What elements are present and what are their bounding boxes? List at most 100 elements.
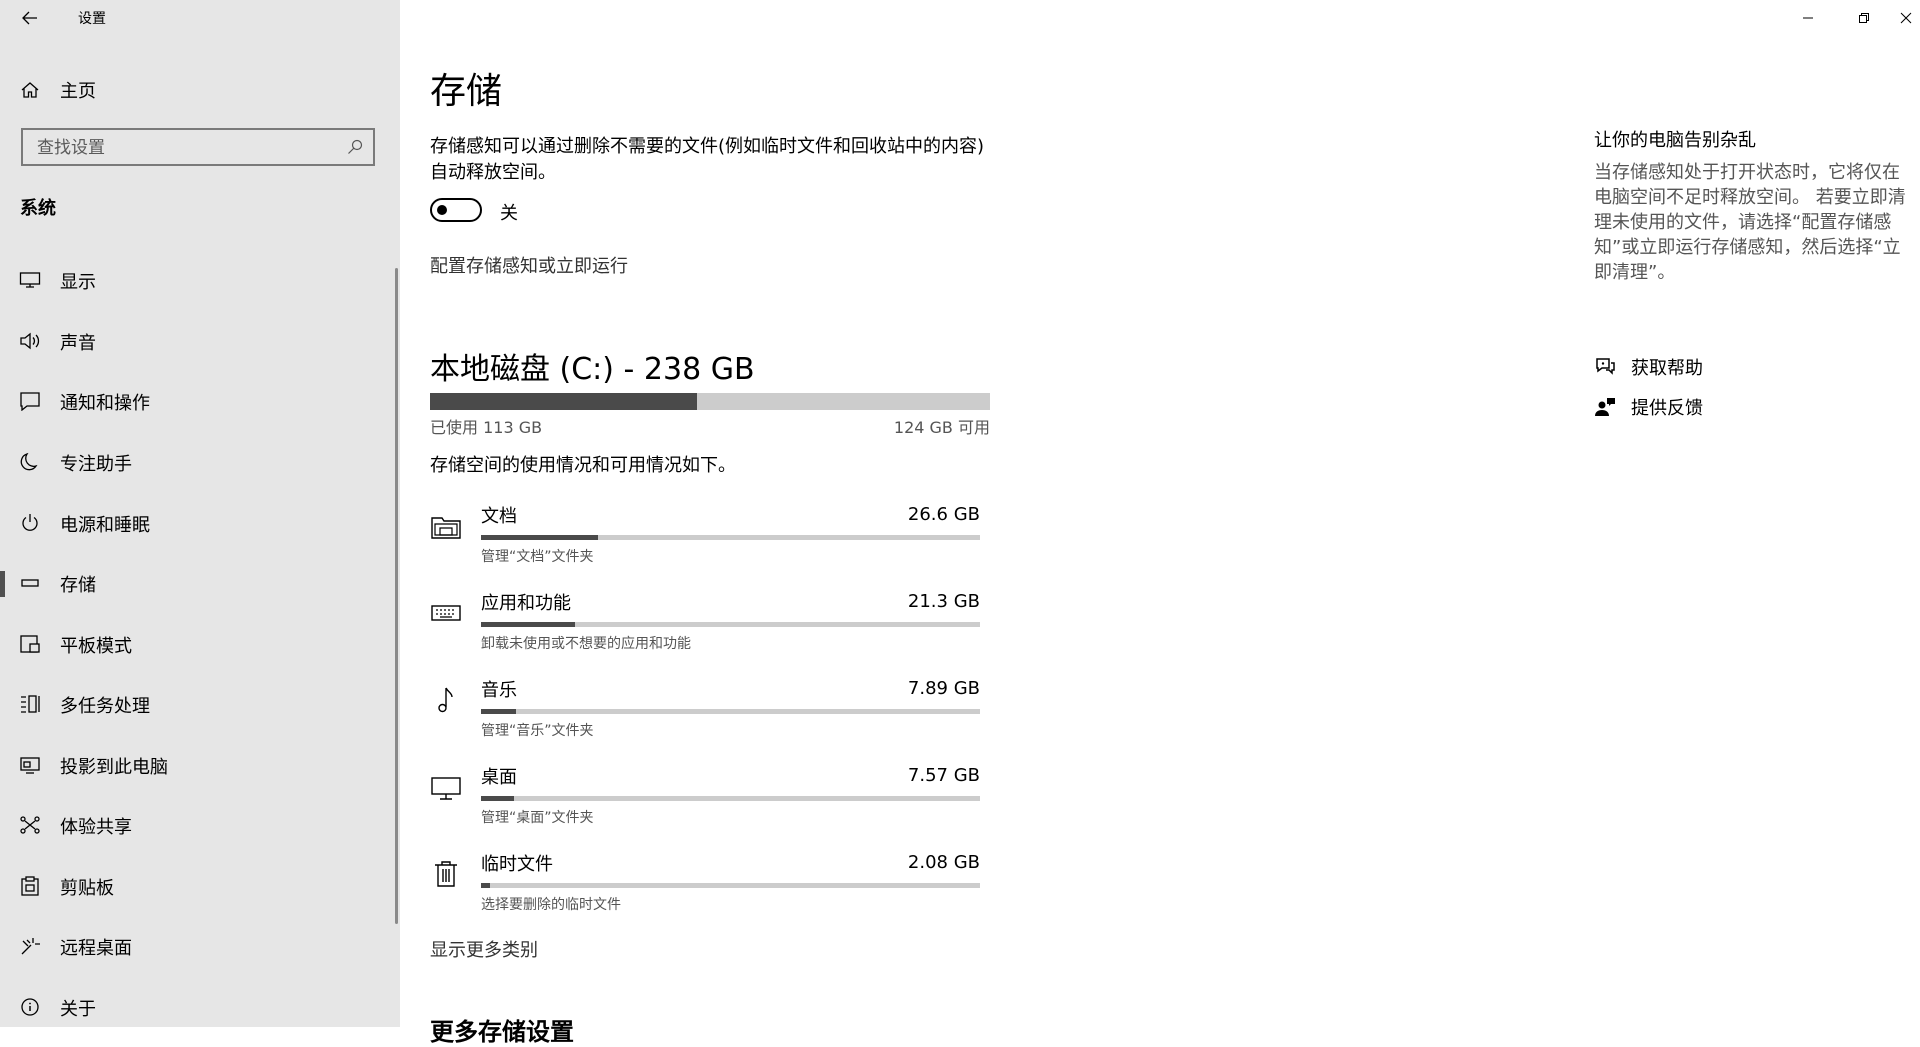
category-bar-fill xyxy=(481,883,490,888)
sidebar-item-power[interactable]: 电源和睡眠 xyxy=(0,499,395,547)
monitor-icon xyxy=(431,777,461,800)
category-subtitle: 卸载未使用或不想要的应用和功能 xyxy=(481,636,691,652)
minimize-icon xyxy=(1803,17,1813,19)
used-label: 已使用 113 GB xyxy=(430,418,543,437)
category-apps[interactable]: 应用和功能 21.3 GB 卸载未使用或不想要的应用和功能 xyxy=(430,589,990,669)
category-subtitle: 选择要删除的临时文件 xyxy=(481,897,621,913)
feedback-link[interactable]: 提供反馈 xyxy=(1594,392,1894,424)
sidebar-item-label: 显示 xyxy=(60,272,96,293)
music-note-icon xyxy=(438,687,453,713)
section-title: 系统 xyxy=(20,198,56,219)
category-size: 26.6 GB xyxy=(907,504,980,525)
storage-sense-description: 存储感知可以通过删除不需要的文件(例如临时文件和回收站中的内容)自动释放空间。 xyxy=(430,136,985,183)
sidebar-item-label: 存储 xyxy=(60,575,96,596)
sidebar-item-about[interactable]: 关于 xyxy=(0,983,395,1031)
close-button[interactable] xyxy=(1892,0,1920,36)
category-bar xyxy=(481,709,980,714)
show-more-categories-link[interactable]: 显示更多类别 xyxy=(430,936,538,962)
storage-sense-toggle[interactable] xyxy=(430,198,482,222)
category-size: 21.3 GB xyxy=(907,591,980,612)
category-subtitle: 管理“音乐”文件夹 xyxy=(481,723,594,739)
aside-text: 当存储感知处于打开状态时，它将仅在电脑空间不足时释放空间。 若要立即清理未使用的… xyxy=(1594,162,1906,283)
search-box[interactable] xyxy=(21,128,375,166)
category-bar-fill xyxy=(481,622,575,627)
sidebar-scrollbar[interactable] xyxy=(395,268,398,924)
sidebar-item-multitask[interactable]: 多任务处理 xyxy=(0,680,395,728)
share-icon xyxy=(20,816,40,834)
category-name: 应用和功能 xyxy=(481,593,571,614)
free-label: 124 GB 可用 xyxy=(893,418,990,437)
speaker-icon xyxy=(20,332,40,350)
category-subtitle: 管理“文档”文件夹 xyxy=(481,549,594,565)
sidebar-item-label: 通知和操作 xyxy=(60,393,150,414)
sidebar-item-label: 体验共享 xyxy=(60,817,132,838)
category-size: 7.89 GB xyxy=(907,678,980,699)
category-temp-files[interactable]: 临时文件 2.08 GB 选择要删除的临时文件 xyxy=(430,850,990,930)
category-bar-fill xyxy=(481,796,515,801)
keyboard-icon xyxy=(431,605,461,621)
sidebar-item-project[interactable]: 投影到此电脑 xyxy=(0,741,395,789)
sidebar-item-display[interactable]: 显示 xyxy=(0,256,395,304)
category-documents[interactable]: 文档 26.6 GB 管理“文档”文件夹 xyxy=(430,502,990,582)
disk-usage-fill xyxy=(430,393,698,410)
storage-icon xyxy=(21,579,39,587)
category-bar xyxy=(481,883,980,888)
sidebar-item-label: 专注助手 xyxy=(60,454,132,475)
sidebar-item-clipboard[interactable]: 剪贴板 xyxy=(0,862,395,910)
sidebar-item-remote[interactable]: 远程桌面 xyxy=(0,922,395,970)
sidebar-item-sound[interactable]: 声音 xyxy=(0,317,395,365)
toggle-knob xyxy=(437,205,447,215)
category-name: 桌面 xyxy=(481,767,517,788)
category-music[interactable]: 音乐 7.89 GB 管理“音乐”文件夹 xyxy=(430,676,990,756)
get-help-link[interactable]: 获取帮助 xyxy=(1594,352,1894,384)
sidebar-item-notifications[interactable]: 通知和操作 xyxy=(0,377,395,425)
category-bar-fill xyxy=(481,709,516,714)
sidebar: 设置 主页 系统 显示 声音 通知和操作 专注助手 电源和睡眠 存储 平板模式 … xyxy=(0,0,400,1027)
power-icon xyxy=(22,514,38,531)
configure-storage-sense-link[interactable]: 配置存储感知或立即运行 xyxy=(430,252,628,278)
aside-title: 让你的电脑告别杂乱 xyxy=(1594,130,1756,151)
close-icon xyxy=(1900,12,1912,24)
feedback-person-icon xyxy=(1595,398,1615,416)
search-input[interactable] xyxy=(35,134,339,162)
sidebar-item-label: 投影到此电脑 xyxy=(60,757,168,778)
category-bar xyxy=(481,535,980,540)
sidebar-item-label: 声音 xyxy=(60,333,96,354)
app-title: 设置 xyxy=(78,11,106,27)
info-icon xyxy=(21,998,39,1016)
sidebar-item-tablet[interactable]: 平板模式 xyxy=(0,620,395,668)
category-size: 2.08 GB xyxy=(907,852,980,873)
page-title: 存储 xyxy=(430,71,503,112)
category-size: 7.57 GB xyxy=(907,765,980,786)
category-subtitle: 管理“桌面”文件夹 xyxy=(481,810,594,826)
sidebar-item-storage[interactable]: 存储 xyxy=(0,559,395,607)
project-icon xyxy=(20,757,40,774)
restore-button[interactable] xyxy=(1836,0,1892,36)
category-bar xyxy=(481,622,980,627)
feedback-label: 提供反馈 xyxy=(1631,398,1703,419)
category-desktop[interactable]: 桌面 7.57 GB 管理“桌面”文件夹 xyxy=(430,763,990,843)
clipboard-icon xyxy=(21,876,39,896)
sidebar-item-label: 电源和睡眠 xyxy=(60,515,150,536)
sidebar-item-label: 剪贴板 xyxy=(60,878,114,899)
back-button[interactable] xyxy=(16,5,44,31)
tablet-icon xyxy=(20,635,40,653)
sidebar-item-share[interactable]: 体验共享 xyxy=(0,801,395,849)
sidebar-item-label: 多任务处理 xyxy=(60,696,150,717)
category-name: 文档 xyxy=(481,506,517,527)
back-arrow-icon xyxy=(22,11,37,25)
category-bar xyxy=(481,796,980,801)
minimize-button[interactable] xyxy=(1780,0,1836,36)
remote-icon xyxy=(21,938,40,955)
sidebar-item-focus[interactable]: 专注助手 xyxy=(0,438,395,486)
moon-icon xyxy=(20,452,38,471)
category-name: 音乐 xyxy=(481,680,517,701)
category-bar-fill xyxy=(481,535,599,540)
sidebar-item-label: 平板模式 xyxy=(60,636,132,657)
usage-description: 存储空间的使用情况和可用情况如下。 xyxy=(430,455,736,476)
disk-usage-bar xyxy=(430,393,990,410)
sidebar-item-home[interactable]: 主页 xyxy=(0,70,400,110)
multitask-icon xyxy=(21,695,40,713)
more-storage-settings-title: 更多存储设置 xyxy=(430,1018,574,1046)
get-help-label: 获取帮助 xyxy=(1631,358,1703,379)
